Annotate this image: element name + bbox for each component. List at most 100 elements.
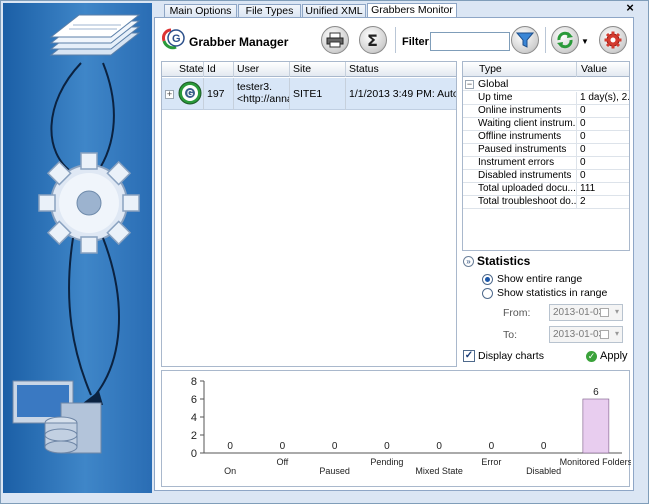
column-header-value[interactable]: Value (577, 62, 629, 77)
apply-label: Apply (600, 350, 628, 362)
tab-grabbers-monitor[interactable]: Grabbers Monitor (367, 3, 457, 18)
y-tick-label: 0 (191, 448, 197, 460)
group-row-global[interactable]: − Global (463, 78, 629, 91)
calendar-icon (600, 330, 609, 339)
property-row[interactable]: Paused instruments 0 (463, 144, 629, 157)
property-key: Disabled instruments (475, 170, 577, 183)
collapse-statistics-icon[interactable]: » (463, 256, 474, 267)
category-label: Error (481, 457, 501, 467)
property-value: 111 (580, 183, 596, 194)
display-charts-label[interactable]: Display charts (478, 350, 544, 362)
category-label: Paused (319, 466, 350, 476)
y-tick-label: 6 (191, 394, 197, 406)
data-label: 0 (436, 441, 442, 452)
user-line1: tester3. (237, 81, 273, 93)
refresh-dropdown-icon[interactable]: ▼ (581, 37, 589, 46)
check-icon: ✓ (586, 350, 597, 362)
apply-filter-button[interactable] (511, 26, 539, 54)
display-charts-checkbox[interactable]: ✓ (463, 350, 475, 362)
property-key: Instrument errors (475, 157, 577, 170)
column-header-site[interactable]: Site (290, 62, 346, 77)
group-collapse-button[interactable]: − (465, 80, 474, 89)
property-key: Total uploaded docu... (475, 183, 577, 196)
show-entire-range-radio[interactable] (482, 274, 493, 285)
document-stack-icon (49, 14, 141, 56)
y-tick-label: 4 (191, 412, 197, 424)
category-label: On (224, 466, 236, 476)
property-row[interactable]: Online instruments 0 (463, 105, 629, 118)
workflow-graphic (12, 14, 141, 454)
property-key: Online instruments (475, 105, 577, 118)
property-row[interactable]: Disabled instruments 0 (463, 170, 629, 183)
property-key: Waiting client instrum... (475, 118, 577, 131)
bar (582, 398, 610, 454)
app-window: Main Options File Types Unified XML Grab… (0, 0, 649, 504)
sigma-icon: Σ (367, 32, 378, 48)
filter-input[interactable] (430, 32, 510, 51)
row-expander-button[interactable]: + (165, 90, 174, 99)
show-range-radio[interactable] (482, 288, 493, 299)
to-label: To: (503, 329, 518, 341)
group-label: Global (478, 78, 509, 90)
data-label: 0 (489, 441, 495, 452)
site-cell: SITE1 (290, 78, 346, 110)
column-header-status[interactable]: Status (346, 62, 456, 77)
tab-strip: Main Options File Types Unified XML Grab… (154, 3, 634, 18)
tab-file-types[interactable]: File Types (238, 4, 301, 18)
to-date-picker[interactable]: 2013-01-03 ▾ (549, 326, 623, 343)
status-cell: 1/1/2013 3:49 PM: Auto... (349, 88, 456, 100)
toolbar-separator (395, 27, 396, 53)
property-row[interactable]: Waiting client instrum... 0 (463, 118, 629, 131)
y-tick-label: 8 (191, 376, 197, 388)
show-range-label[interactable]: Show statistics in range (497, 287, 607, 299)
svg-text:Σ: Σ (367, 32, 378, 48)
column-header-user[interactable]: User (234, 62, 290, 77)
status-chart: 0 2 4 6 8 0 On 0 Off 0 Paused 0 Pending 0 Mixed State 0… (161, 370, 631, 487)
data-label: 6 (593, 387, 599, 398)
print-button[interactable] (321, 26, 349, 54)
sum-button[interactable]: Σ (359, 26, 387, 54)
show-entire-range-label[interactable]: Show entire range (497, 273, 582, 285)
data-label: 0 (541, 441, 547, 452)
property-row[interactable]: Up time1 day(s), 2... (463, 92, 629, 105)
data-label: 0 (227, 441, 233, 452)
apply-button[interactable]: ✓ Apply (586, 349, 628, 363)
data-label: 0 (384, 441, 390, 452)
property-row[interactable]: Instrument errors 0 (463, 157, 629, 170)
property-value: 0 (580, 118, 586, 129)
grid-header: State Id User Site Status (162, 62, 456, 77)
tab-unified-xml[interactable]: Unified XML (302, 4, 366, 18)
property-key: Paused instruments (475, 144, 577, 157)
property-row[interactable]: Total uploaded docu... 111 (463, 183, 629, 196)
property-row[interactable]: Total troubleshoot do... 2 (463, 196, 629, 209)
category-label: Pending (370, 457, 403, 467)
chevron-down-icon: ▾ (614, 329, 619, 338)
funnel-icon (516, 32, 534, 48)
svg-text:G: G (172, 33, 181, 45)
refresh-icon (557, 31, 573, 49)
table-row[interactable]: + G 197 tester3. <http://anna SITE1 1/1/… (162, 78, 456, 110)
svg-text:G: G (187, 89, 193, 98)
column-header-type[interactable]: Type (475, 62, 577, 77)
computer-database-icon (12, 380, 102, 454)
refresh-button[interactable] (551, 26, 579, 54)
data-label: 0 (280, 441, 286, 452)
property-value: 0 (580, 144, 586, 155)
category-label: Disabled (526, 466, 561, 476)
printer-icon (326, 32, 344, 48)
close-tab-button[interactable]: × (623, 1, 637, 16)
property-key: Total troubleshoot do... (475, 196, 577, 209)
settings-button[interactable] (599, 26, 627, 54)
category-label: Mixed State (415, 466, 463, 476)
property-value: 0 (580, 131, 586, 142)
property-key: Up time (475, 92, 577, 105)
from-date-picker[interactable]: 2013-01-03 ▾ (549, 304, 623, 321)
to-date-value: 2013-01-03 (553, 329, 605, 340)
y-tick-label: 2 (191, 430, 197, 442)
property-row[interactable]: Offline instruments 0 (463, 131, 629, 144)
statistics-title: Statistics (477, 254, 531, 268)
tab-main-options[interactable]: Main Options (164, 4, 237, 18)
column-header-id[interactable]: Id (204, 62, 234, 77)
user-cell: tester3. <http://anna (234, 78, 290, 110)
column-header-state[interactable]: State (176, 62, 204, 77)
